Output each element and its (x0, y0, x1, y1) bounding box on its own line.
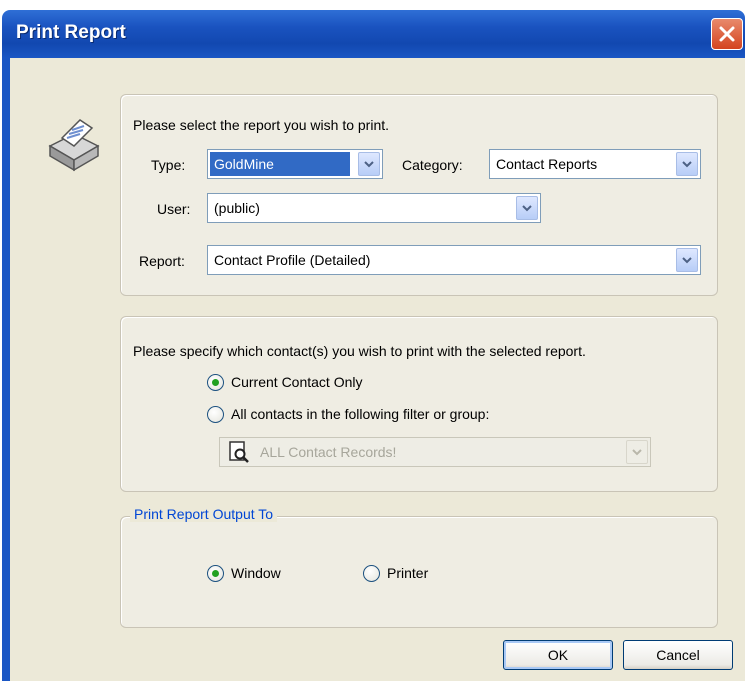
category-label: Category: (402, 157, 463, 173)
window-label[interactable]: Window (231, 565, 281, 581)
category-select[interactable]: Contact Reports (489, 149, 701, 179)
current-contact-label[interactable]: Current Contact Only (231, 374, 363, 390)
output-group-legend: Print Report Output To (130, 506, 278, 522)
title-bar[interactable]: Print Report (2, 10, 745, 58)
close-icon (719, 26, 735, 42)
chevron-down-icon (632, 449, 642, 456)
chevron-down-icon (364, 161, 374, 168)
chevron-down-icon (682, 257, 692, 264)
report-value: Contact Profile (Detailed) (214, 252, 371, 268)
user-dropdown-button[interactable] (516, 196, 538, 220)
filter-value: ALL Contact Records! (260, 444, 397, 460)
type-value: GoldMine (214, 156, 274, 172)
ok-button[interactable]: OK (503, 640, 613, 670)
report-prompt: Please select the report you wish to pri… (133, 117, 390, 133)
cancel-button[interactable]: Cancel (623, 640, 733, 670)
dialog-title: Print Report (16, 22, 126, 43)
radio-printer[interactable] (363, 565, 380, 582)
print-report-dialog: Print Report Please select the report yo… (0, 0, 745, 681)
type-select[interactable]: GoldMine (207, 149, 383, 179)
report-dropdown-button[interactable] (676, 248, 698, 272)
all-contacts-label[interactable]: All contacts in the following filter or … (231, 406, 489, 422)
window-frame (2, 58, 10, 681)
report-selection-panel: Please select the report you wish to pri… (120, 94, 718, 296)
radio-window[interactable] (207, 565, 224, 582)
filter-dropdown-button[interactable] (626, 440, 648, 464)
report-select[interactable]: Contact Profile (Detailed) (207, 245, 701, 275)
user-label: User: (157, 201, 191, 217)
user-select[interactable]: (public) (207, 193, 541, 223)
contacts-prompt: Please specify which contact(s) you wish… (133, 343, 586, 359)
filter-group-select[interactable]: ALL Contact Records! (219, 437, 651, 467)
filter-search-icon (229, 441, 249, 463)
close-button[interactable] (711, 18, 743, 50)
type-dropdown-button[interactable] (358, 152, 380, 176)
category-value: Contact Reports (496, 156, 598, 172)
radio-all-contacts[interactable] (207, 406, 224, 423)
chevron-down-icon (682, 161, 692, 168)
type-label: Type: (151, 157, 186, 173)
contacts-panel: Please specify which contact(s) you wish… (120, 316, 718, 492)
user-value: (public) (214, 200, 260, 216)
chevron-down-icon (522, 205, 532, 212)
dialog-body: Please select the report you wish to pri… (10, 58, 745, 681)
output-panel: Window Printer (120, 516, 718, 628)
category-dropdown-button[interactable] (676, 152, 698, 176)
printer-label[interactable]: Printer (387, 565, 428, 581)
report-label: Report: (139, 253, 185, 269)
radio-current-contact[interactable] (207, 374, 224, 391)
printer-icon (48, 119, 100, 172)
